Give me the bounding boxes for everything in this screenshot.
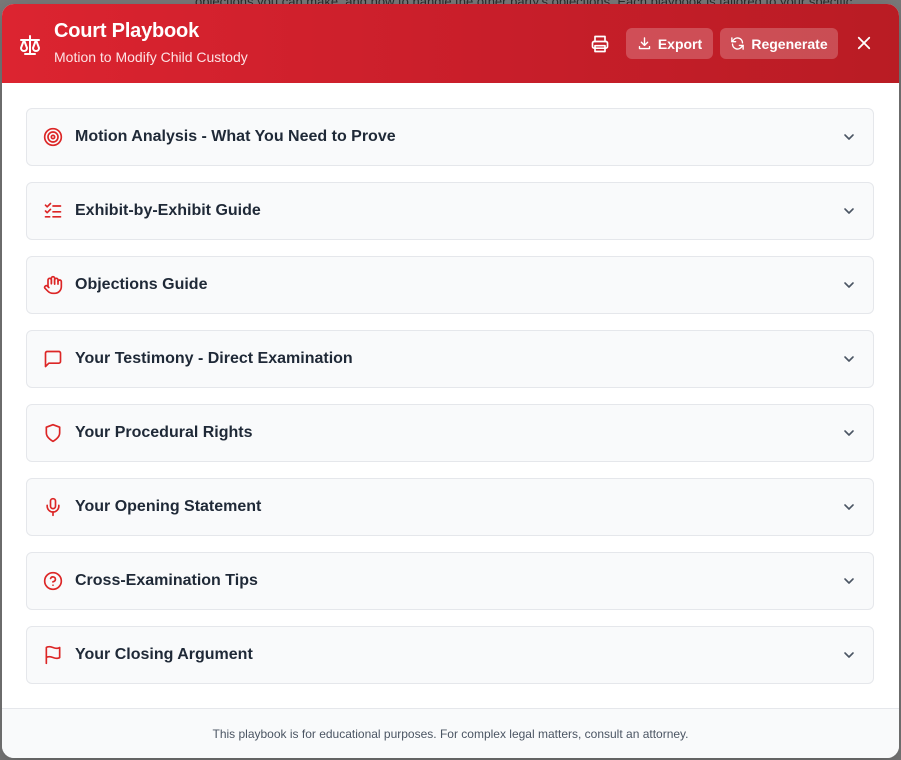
chevron-down-icon — [844, 504, 854, 510]
chevron-down-icon — [844, 134, 854, 140]
section-closing-argument[interactable]: Your Closing Argument — [26, 626, 874, 684]
export-label: Export — [657, 35, 703, 52]
regenerate-label: Regenerate — [751, 35, 828, 52]
download-icon — [638, 37, 651, 50]
mic-icon — [46, 497, 60, 517]
shield-icon — [45, 423, 61, 443]
chevron-down-icon — [844, 208, 854, 214]
section-cross-examination[interactable]: Cross-Examination Tips — [26, 552, 874, 610]
section-opening-statement[interactable]: Your Opening Statement — [26, 478, 874, 536]
chevron-down-icon — [844, 356, 854, 362]
x-icon — [857, 36, 871, 50]
disclaimer-text: This playbook is for educational purpose… — [212, 726, 689, 741]
printer-icon — [591, 35, 609, 53]
list-checks-icon — [44, 202, 62, 218]
section-label: Cross-Examination Tips — [75, 572, 258, 589]
modal-footer: This playbook is for educational purpose… — [2, 708, 899, 758]
section-exhibit-guide[interactable]: Exhibit-by-Exhibit Guide — [26, 182, 874, 240]
modal-title: Court Playbook — [54, 20, 199, 42]
section-label: Your Opening Statement — [75, 498, 262, 515]
section-motion-analysis[interactable]: Motion Analysis - What You Need to Prove — [26, 108, 874, 166]
scale-icon — [20, 35, 40, 55]
modal-subtitle: Motion to Modify Child Custody — [54, 49, 248, 65]
hand-icon — [43, 275, 63, 295]
chevron-down-icon — [844, 430, 854, 436]
section-label: Exhibit-by-Exhibit Guide — [75, 202, 261, 219]
section-direct-examination[interactable]: Your Testimony - Direct Examination — [26, 330, 874, 388]
section-label: Motion Analysis - What You Need to Prove — [75, 128, 396, 145]
chevron-down-icon — [844, 282, 854, 288]
message-square-icon — [44, 350, 62, 368]
regenerate-button[interactable]: Regenerate — [720, 28, 838, 59]
section-label: Your Testimony - Direct Examination — [75, 350, 353, 367]
court-playbook-modal: Court Playbook Motion to Modify Child Cu… — [2, 4, 899, 758]
modal-header: Court Playbook Motion to Modify Child Cu… — [2, 4, 899, 83]
section-procedural-rights[interactable]: Your Procedural Rights — [26, 404, 874, 462]
modal-body: Motion Analysis - What You Need to Prove… — [2, 83, 899, 708]
section-label: Your Closing Argument — [75, 646, 253, 663]
chevron-down-icon — [844, 652, 854, 658]
section-objections-guide[interactable]: Objections Guide — [26, 256, 874, 314]
section-label: Your Procedural Rights — [75, 424, 253, 441]
target-icon — [43, 127, 63, 147]
export-button[interactable]: Export — [626, 28, 713, 59]
print-button[interactable] — [586, 30, 614, 58]
section-label: Objections Guide — [75, 276, 208, 293]
help-circle-icon — [43, 571, 63, 591]
chevron-down-icon — [844, 578, 854, 584]
refresh-icon — [731, 37, 745, 50]
flag-icon — [45, 645, 61, 665]
close-button[interactable] — [852, 31, 876, 55]
